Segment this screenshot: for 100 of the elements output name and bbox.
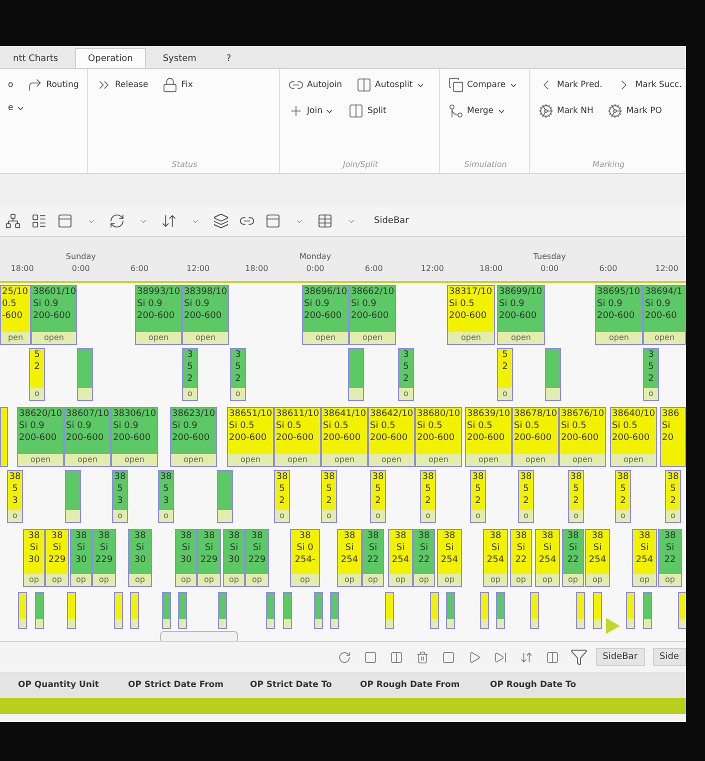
order-card[interactable]: 38620/10 Si 0.9 200-600 open — [17, 407, 64, 467]
ribbon-button[interactable]: e — [6, 101, 28, 115]
operation-bar[interactable] — [626, 592, 635, 629]
operation-bar[interactable] — [385, 592, 394, 629]
order-card[interactable]: 38611/10 Si 0.5 200-600 open — [274, 407, 321, 467]
order-card[interactable]: 38695/10 Si 0.9 200-600 open — [595, 285, 643, 345]
order-card[interactable]: 38696/10 Si 0.9 200-600 open — [302, 285, 349, 345]
operation-bar[interactable] — [593, 592, 602, 629]
operation-bar[interactable] — [18, 592, 27, 629]
operation-card[interactable]: 38 Si 30 op — [70, 529, 92, 587]
operation-bar[interactable] — [576, 592, 585, 629]
operation-bar[interactable] — [77, 348, 93, 401]
toolbar-icon[interactable] — [56, 212, 74, 230]
order-card[interactable]: 38640/10 Si 0.5 200-600 open — [610, 407, 657, 467]
column-header[interactable]: OP Rough Date To — [490, 680, 600, 690]
operation-card[interactable]: 38 Si 254 op — [437, 529, 462, 587]
filter-icon[interactable] — [570, 648, 588, 666]
ribbon-button[interactable]: Mark Pred. — [536, 75, 604, 95]
order-card[interactable]: 38662/10 Si 0.9 200-600 open — [349, 285, 396, 345]
ribbon-button[interactable]: o — [6, 75, 16, 95]
operation-bar[interactable] — [130, 592, 139, 629]
operation-card[interactable]: 38 Si 22 op — [510, 529, 532, 587]
operation-bar[interactable] — [114, 592, 123, 629]
column-header[interactable]: OP Quantity Unit — [18, 680, 128, 690]
order-card[interactable]: 38993/10 Si 0.9 200-600 open — [135, 285, 182, 345]
operation-card[interactable]: 38 Si 254 op — [337, 529, 362, 587]
operation-card[interactable]: 38 Si 30 op — [23, 529, 45, 587]
column-header[interactable]: OP Strict Date To — [250, 680, 360, 690]
operation-bar[interactable]: 38 5 2 o — [615, 470, 631, 523]
operation-bar[interactable] — [217, 470, 233, 523]
ribbon-button[interactable]: Merge — [446, 101, 508, 121]
operation-bar[interactable]: 3 5 2 o — [230, 348, 246, 401]
toolbar-icon[interactable] — [4, 212, 22, 230]
ribbon-button[interactable]: Join — [286, 101, 336, 121]
operation-bar[interactable] — [65, 470, 81, 523]
operation-bar[interactable]: 5 2 o — [29, 348, 45, 401]
ribbon-button[interactable]: Routing — [25, 75, 81, 95]
order-card[interactable]: 38306/10 Si 0.9 200-600 open — [111, 407, 158, 467]
operation-bar[interactable] — [348, 348, 364, 401]
ribbon-tab[interactable]: Operation — [75, 48, 146, 68]
operation-card[interactable]: 38 Si 22 op — [562, 529, 584, 587]
ribbon-tab[interactable]: System — [150, 48, 210, 68]
operation-card[interactable]: 38 Si 22 op — [413, 529, 435, 587]
sidebar-button[interactable]: SideBar — [596, 648, 645, 666]
operation-bar[interactable]: 38 5 3 o — [158, 470, 174, 523]
operation-bar[interactable]: 38 5 2 o — [370, 470, 386, 523]
toolbar-icon[interactable] — [264, 212, 282, 230]
sidebar-button[interactable]: SideBar — [368, 213, 415, 229]
order-card[interactable]: 38651/10 Si 0.5 200-600 open — [227, 407, 274, 467]
order-card[interactable]: 38676/10 Si 0.5 200-600 open — [559, 407, 606, 467]
operation-card[interactable]: 38 Si 254 op — [388, 529, 413, 587]
toolbar-icon[interactable] — [160, 212, 178, 230]
operation-bar[interactable]: 38 5 2 o — [321, 470, 337, 523]
order-card[interactable]: 38680/10 Si 0.5 200-600 open — [415, 407, 462, 467]
column-header[interactable]: OP Strict Date From — [128, 680, 250, 690]
ribbon-button[interactable]: Fix — [160, 75, 195, 95]
operation-card[interactable]: 38 Si 22 op — [362, 529, 384, 587]
operation-card[interactable]: 38 Si 229 op — [92, 529, 116, 587]
operation-bar[interactable] — [330, 592, 339, 629]
operation-bar[interactable] — [283, 592, 292, 629]
toolbar-icon[interactable] — [30, 212, 48, 230]
operation-bar[interactable] — [480, 592, 489, 629]
operation-bar[interactable]: 38 5 2 o — [470, 470, 486, 523]
operation-bar[interactable]: 38 5 2 o — [568, 470, 584, 523]
ribbon-button[interactable]: Mark PO — [605, 101, 664, 121]
order-card[interactable] — [0, 407, 8, 467]
order-card[interactable]: 386 Si 20 — [660, 407, 686, 467]
toolbar-icon[interactable] — [212, 212, 230, 230]
ribbon-button[interactable]: Autojoin — [286, 75, 344, 95]
operation-bar[interactable]: 3 5 2 o — [398, 348, 414, 401]
order-card[interactable]: 38694/1 Si 0.9 200-60 open — [643, 285, 686, 345]
operation-bar[interactable] — [67, 592, 76, 629]
operation-card[interactable]: 38 Si 254 op — [483, 529, 508, 587]
ribbon-button[interactable]: Release — [94, 75, 150, 95]
operation-card[interactable]: 38 Si 254 op — [535, 529, 560, 587]
ribbon-button[interactable]: Mark Succ. — [614, 75, 684, 95]
ribbon-button[interactable]: Split — [346, 101, 388, 121]
operation-bar[interactable] — [545, 348, 561, 401]
operation-bar[interactable]: 38 5 3 o — [112, 470, 128, 523]
operation-card[interactable]: 38 Si 30 op — [223, 529, 245, 587]
operation-bar[interactable]: 38 5 2 o — [665, 470, 681, 523]
operation-bar[interactable]: 5 2 o — [497, 348, 513, 401]
operation-bar[interactable] — [218, 592, 227, 629]
operation-bar[interactable]: 38 5 2 o — [518, 470, 534, 523]
operation-bar[interactable] — [162, 592, 171, 629]
ribbon-tab[interactable]: ntt Charts — [0, 48, 72, 68]
operation-bar[interactable] — [496, 592, 505, 629]
toolbar-icon[interactable] — [316, 212, 334, 230]
operation-card[interactable]: 38 Si 229 op — [197, 529, 221, 587]
order-card[interactable]: 38317/10 Si 0.5 200-600 open — [447, 285, 495, 345]
operation-bar[interactable] — [35, 592, 44, 629]
operation-bar[interactable]: 38 5 2 o — [274, 470, 290, 523]
order-card[interactable]: 38642/10 Si 0.5 200-600 open — [368, 407, 415, 467]
order-card[interactable]: 38641/10 Si 0.5 200-600 open — [321, 407, 368, 467]
operation-card[interactable]: 38 Si 229 op — [245, 529, 269, 587]
operation-bar[interactable] — [643, 592, 652, 629]
operation-bar[interactable] — [266, 592, 275, 629]
operation-bar[interactable]: 38 5 3 o — [7, 470, 23, 523]
order-card[interactable]: 38601/10 Si 0.9 200-600 open — [31, 285, 77, 345]
operation-bar[interactable]: 3 5 2 o — [182, 348, 198, 401]
